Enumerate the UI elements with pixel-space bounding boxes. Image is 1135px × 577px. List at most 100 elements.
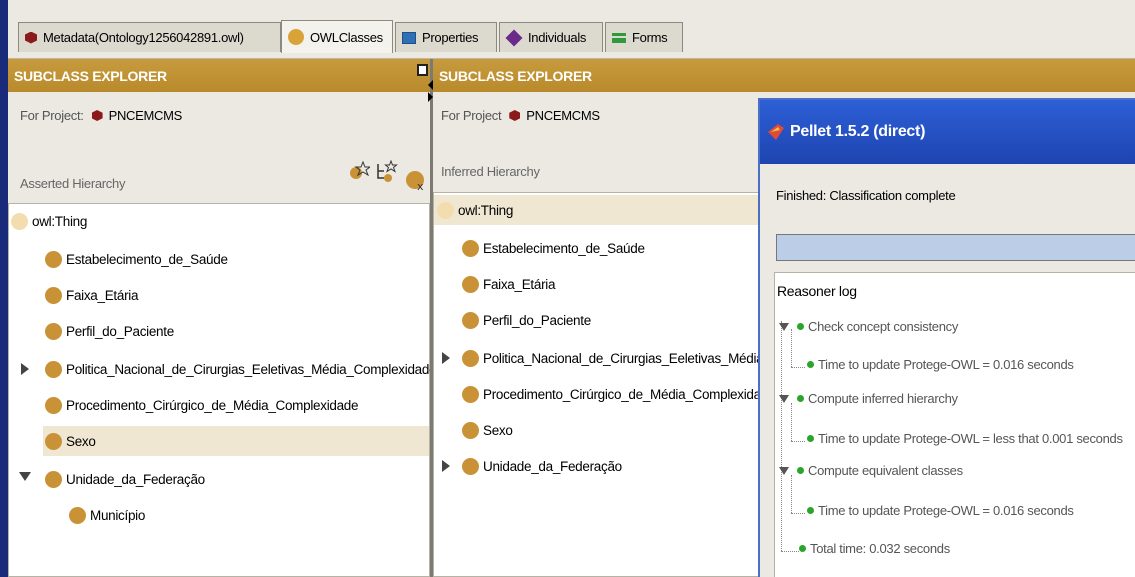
- tree-node-selected[interactable]: Sexo: [43, 426, 429, 456]
- maximize-icon[interactable]: [417, 64, 428, 76]
- log-entry[interactable]: Compute equivalent classes: [779, 463, 963, 478]
- class-icon: [11, 212, 28, 230]
- project-label: For Project:: [20, 108, 84, 123]
- tab-label: Metadata(Ontology1256042891.owl): [43, 30, 244, 45]
- tab-individuals[interactable]: Individuals: [499, 22, 603, 52]
- log-text: Compute inferred hierarchy: [808, 391, 958, 406]
- collapse-arrow-icon: [779, 394, 789, 403]
- asserted-hierarchy-label: Asserted Hierarchy: [20, 176, 126, 191]
- log-text: Time to update Protege-OWL = 0.016 secon…: [818, 503, 1074, 518]
- tree-node[interactable]: Perfil_do_Paciente: [45, 316, 174, 346]
- tree-node[interactable]: Perfil_do_Paciente: [462, 305, 591, 335]
- panel-title: SUBCLASS EXPLORER: [14, 67, 167, 84]
- forms-icon: [612, 32, 626, 43]
- log-entry[interactable]: Time to update Protege-OWL = 0.016 secon…: [807, 503, 1074, 518]
- tab-properties[interactable]: Properties: [395, 22, 497, 52]
- class-icon: [462, 349, 479, 367]
- tree-node[interactable]: owl:Thing: [11, 206, 87, 236]
- dialog-title: Pellet 1.5.2 (direct): [790, 123, 926, 140]
- node-label: Faixa_Etária: [483, 276, 556, 292]
- collapse-arrow-icon[interactable]: [19, 472, 31, 481]
- class-icon: [462, 421, 479, 439]
- dialog-title-bar[interactable]: Pellet 1.5.2 (direct): [760, 100, 1135, 164]
- node-label: owl:Thing: [458, 202, 514, 218]
- tab-label: Forms: [632, 30, 668, 45]
- create-sibling-icon[interactable]: [374, 160, 398, 184]
- pellet-logo-icon: [768, 124, 784, 140]
- tree-node[interactable]: Sexo: [462, 415, 513, 445]
- progress-bar: [776, 234, 1135, 261]
- node-label: Estabelecimento_de_Saúde: [66, 251, 228, 267]
- class-icon: [69, 506, 86, 524]
- right-panel-header: SUBCLASS EXPLORER: [433, 59, 1135, 92]
- node-label: Faixa_Etária: [66, 287, 139, 303]
- log-entry[interactable]: Check concept consistency: [779, 319, 958, 334]
- project-info: For Project: PNCEMCMS: [20, 108, 182, 123]
- owl-class-icon: [288, 29, 304, 45]
- class-icon: [45, 322, 62, 340]
- node-label: Sexo: [66, 433, 96, 449]
- class-icon: [45, 432, 62, 450]
- tree-node[interactable]: Politica_Nacional_de_Cirurgias_Eeletivas…: [45, 354, 437, 384]
- status-dot-icon: [797, 467, 804, 474]
- node-label: Estabelecimento_de_Saúde: [483, 240, 645, 256]
- tab-forms[interactable]: Forms: [605, 22, 683, 52]
- pellet-dialog: Pellet 1.5.2 (direct) Finished: Classifi…: [758, 98, 1135, 577]
- tree-node[interactable]: Unidade_da_Federação: [45, 464, 205, 494]
- reasoner-log-label: Reasoner log: [777, 283, 857, 299]
- tree-node[interactable]: Faixa_Etária: [45, 280, 138, 310]
- window-left-edge: [0, 0, 8, 577]
- properties-icon: [402, 31, 416, 44]
- panel-title: SUBCLASS EXPLORER: [439, 67, 592, 84]
- tree-node[interactable]: Procedimento_Cirúrgico_de_Média_Complexi…: [45, 390, 359, 420]
- collapse-arrow-icon: [779, 466, 789, 475]
- tree-node[interactable]: Faixa_Etária: [462, 269, 555, 299]
- svg-text:x: x: [417, 180, 424, 192]
- tree-node[interactable]: Unidade_da_Federação: [462, 451, 622, 481]
- tab-metadata[interactable]: Metadata(Ontology1256042891.owl): [18, 22, 281, 52]
- individuals-icon: [505, 29, 523, 46]
- collapse-arrow-icon: [779, 322, 789, 331]
- tree-node-selected[interactable]: owl:Thing: [434, 195, 762, 225]
- node-label: Procedimento_Cirúrgico_de_Média_Complexi…: [66, 397, 359, 413]
- class-icon: [45, 360, 62, 378]
- delete-class-icon[interactable]: x: [404, 170, 428, 192]
- tree-node[interactable]: Município: [69, 500, 145, 530]
- node-label: Perfil_do_Paciente: [66, 323, 174, 339]
- tab-label: Properties: [422, 30, 479, 45]
- node-label: Unidade_da_Federação: [66, 471, 205, 487]
- expand-arrow-icon[interactable]: [442, 460, 450, 472]
- node-label: Sexo: [483, 422, 513, 438]
- status-text: Finished: Classification complete: [776, 188, 956, 203]
- tree-node[interactable]: Estabelecimento_de_Saúde: [45, 244, 228, 274]
- log-entry[interactable]: Time to update Protege-OWL = 0.016 secon…: [807, 357, 1074, 372]
- expand-arrow-icon[interactable]: [21, 363, 29, 375]
- status-dot-icon: [797, 323, 804, 330]
- log-entry[interactable]: Compute inferred hierarchy: [779, 391, 958, 406]
- left-panel-header: SUBCLASS EXPLORER: [8, 59, 430, 92]
- tree-node[interactable]: Politica_Nacional_de_Cirurgias_Eeletivas…: [462, 343, 771, 373]
- log-text: Total time: 0.032 seconds: [810, 541, 950, 556]
- class-icon: [462, 239, 479, 257]
- expand-arrow-icon[interactable]: [442, 352, 450, 364]
- tree-node[interactable]: Estabelecimento_de_Saúde: [462, 233, 645, 263]
- tab-label: Individuals: [528, 30, 587, 45]
- project-icon: [509, 110, 521, 121]
- create-subclass-icon[interactable]: [348, 160, 370, 182]
- tree-node[interactable]: Procedimento_Cirúrgico_de_Média_Complexi…: [462, 379, 776, 409]
- project-label: For Project: [441, 108, 502, 123]
- node-label: Politica_Nacional_de_Cirurgias_Eeletivas…: [66, 361, 437, 377]
- node-label: Município: [90, 507, 146, 523]
- project-info: For Project PNCEMCMS: [441, 108, 600, 123]
- log-entry[interactable]: Time to update Protege-OWL = less that 0…: [807, 431, 1123, 446]
- inferred-class-tree: owl:Thing Estabelecimento_de_Saúde Faixa…: [433, 192, 776, 577]
- tab-bar: Metadata(Ontology1256042891.owl) OWLClas…: [8, 0, 1135, 59]
- log-text: Time to update Protege-OWL = less that 0…: [818, 431, 1123, 446]
- tab-owlclasses[interactable]: OWLClasses: [281, 20, 393, 53]
- node-label: Politica_Nacional_de_Cirurgias_Eeletivas…: [483, 350, 771, 366]
- status-dot-icon: [799, 545, 806, 552]
- log-entry[interactable]: Total time: 0.032 seconds: [799, 541, 950, 556]
- reasoner-log-panel: Reasoner log Check concept consistency T…: [774, 272, 1135, 577]
- log-text: Time to update Protege-OWL = 0.016 secon…: [818, 357, 1074, 372]
- node-label: Perfil_do_Paciente: [483, 312, 591, 328]
